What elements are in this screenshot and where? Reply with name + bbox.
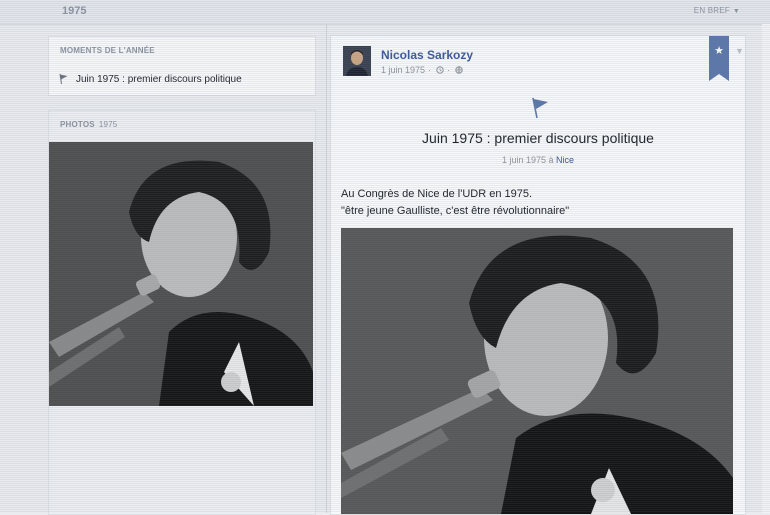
- clock-icon: [436, 66, 444, 74]
- photos-header: PHOTOS 1975: [49, 111, 315, 129]
- separator-dot: ·: [428, 65, 432, 75]
- event-date-text: 1 juin 1975: [501, 155, 546, 165]
- speaker-photo: [341, 228, 733, 514]
- speaker-photo: [49, 142, 313, 406]
- filter-label: EN BREF: [693, 6, 730, 15]
- filter-dropdown[interactable]: EN BREF ▼: [694, 6, 740, 15]
- post-meta: 1 juin 1975 · ·: [381, 65, 463, 75]
- separator-dot: ·: [447, 65, 451, 75]
- moment-item-label: Juin 1975 : premier discours politique: [76, 73, 242, 85]
- post-text: Au Congrès de Nice de l'UDR en 1975. "êt…: [341, 186, 569, 220]
- ribbon-notch: [709, 74, 729, 81]
- post-text-line: Au Congrès de Nice de l'UDR en 1975.: [341, 188, 533, 200]
- photos-card: PHOTOS 1975: [48, 110, 316, 515]
- timeline-post: Nicolas Sarkozy 1 juin 1975 · · ★ ▼ Juin…: [330, 35, 746, 515]
- event-at-text: à: [548, 155, 554, 165]
- post-date[interactable]: 1 juin 1975: [381, 65, 425, 75]
- author-name-link[interactable]: Nicolas Sarkozy: [381, 48, 473, 62]
- profile-picture: [343, 46, 371, 76]
- chevron-down-icon: ▼: [732, 8, 740, 15]
- moments-title: MOMENTS DE L'ANNÉE: [60, 46, 155, 55]
- photos-title: PHOTOS: [60, 120, 95, 129]
- photos-year: 1975: [98, 120, 118, 129]
- post-text-line: "être jeune Gaulliste, c'est être révolu…: [341, 205, 570, 217]
- globe-icon[interactable]: [455, 66, 463, 74]
- event-place-link[interactable]: Nice: [556, 155, 574, 165]
- timeline-year-title: 1975: [62, 5, 87, 17]
- flag-icon: [532, 97, 548, 119]
- highlight-ribbon[interactable]: ★: [709, 36, 729, 81]
- avatar[interactable]: [343, 46, 371, 76]
- moments-card: MOMENTS DE L'ANNÉE Juin 1975 : premier d…: [48, 36, 316, 96]
- life-event-date: 1 juin 1975 à Nice: [331, 155, 745, 165]
- flag-icon: [59, 73, 68, 85]
- photo-thumbnail[interactable]: [49, 142, 313, 406]
- life-event-title: Juin 1975 : premier discours politique: [422, 130, 654, 146]
- chevron-down-icon[interactable]: ▼: [735, 46, 744, 56]
- star-icon: ★: [714, 45, 724, 57]
- moment-item[interactable]: Juin 1975 : premier discours politique: [58, 73, 242, 85]
- right-column-edge: [762, 24, 770, 513]
- post-photo[interactable]: [341, 228, 733, 514]
- timeline-header: 1975 EN BREF ▼: [0, 0, 770, 25]
- timeline-divider: [326, 24, 327, 513]
